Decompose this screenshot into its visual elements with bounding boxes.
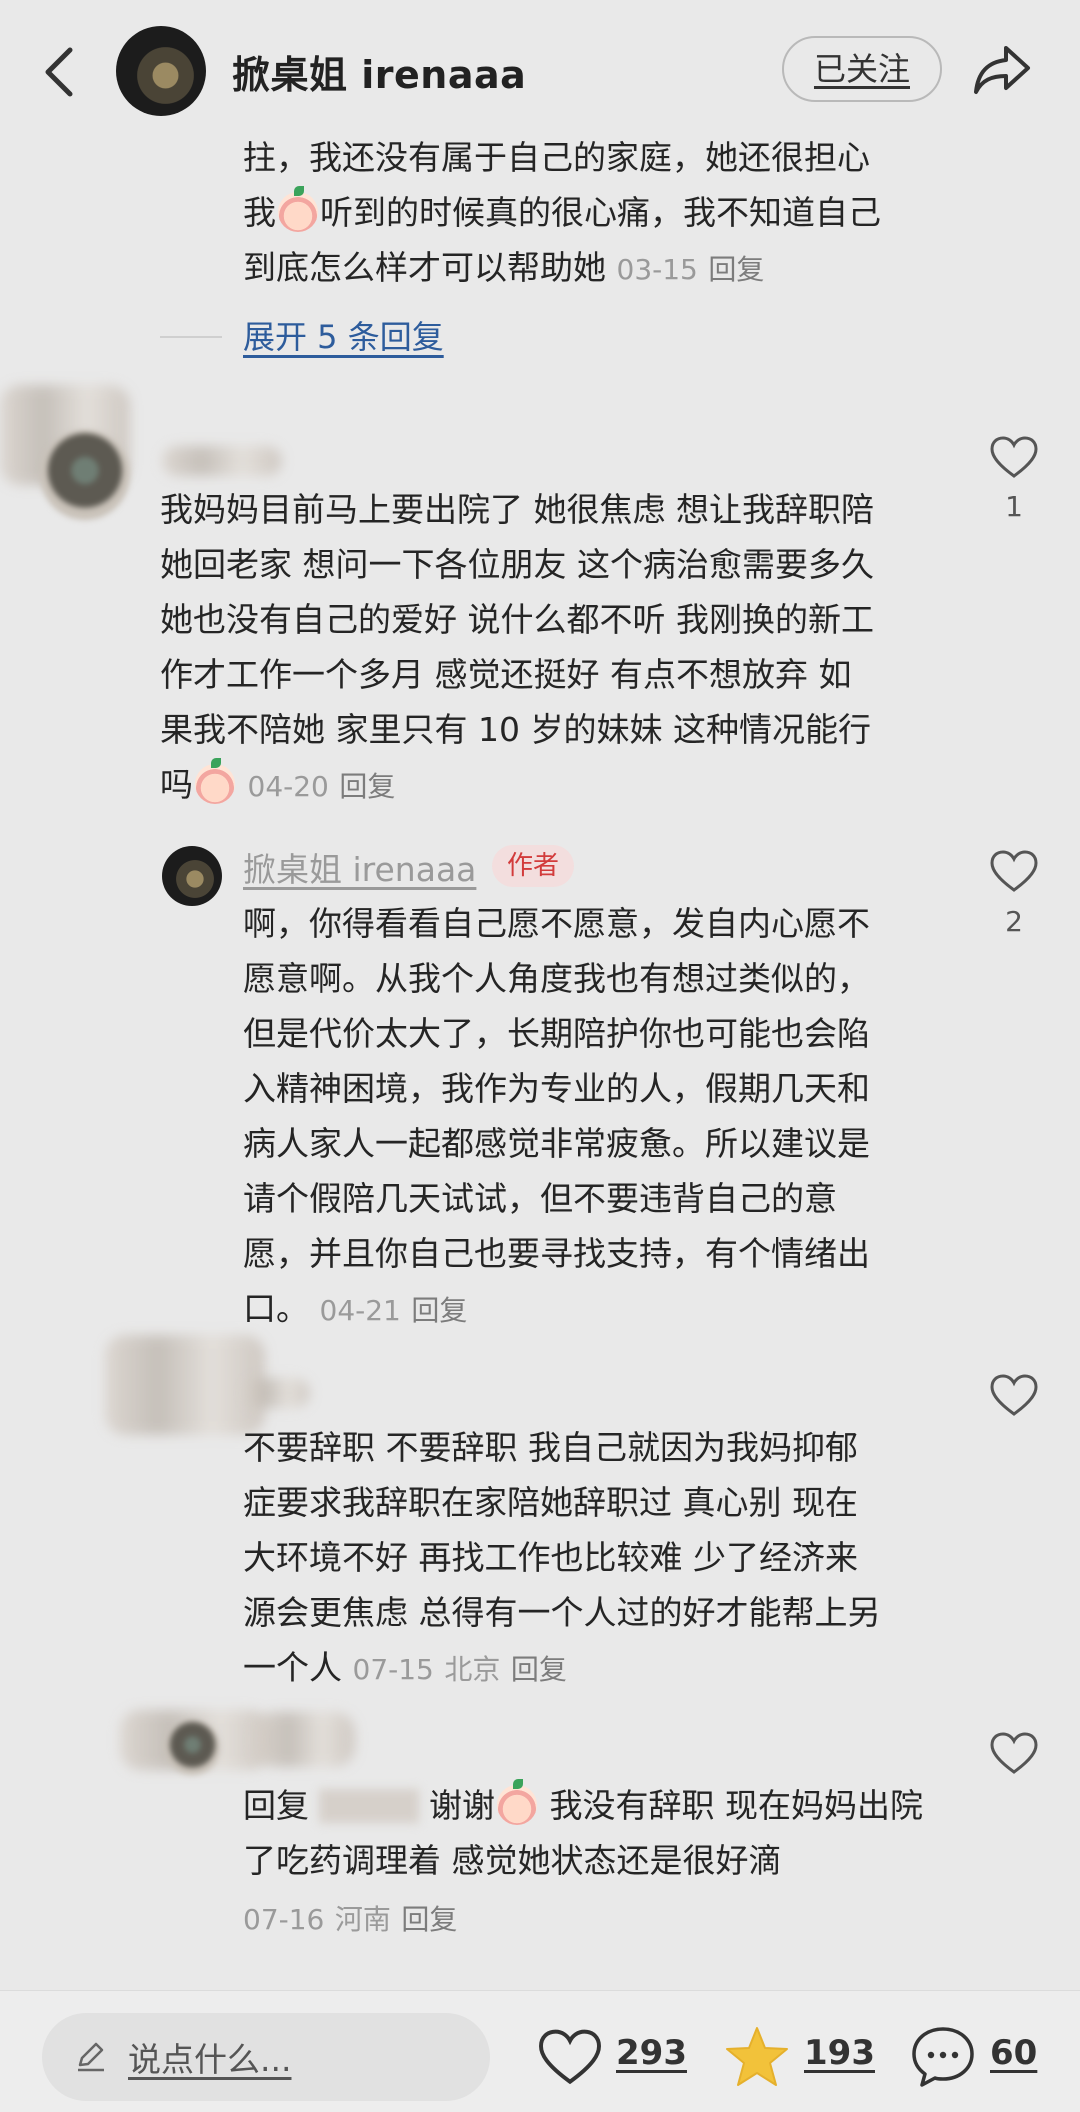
redacted-username — [162, 446, 282, 476]
reply-link[interactable]: 回复 — [411, 1294, 467, 1327]
comment-text-line: 我妈妈目前马上要出院了 她很焦虑 想让我辞职陪 — [160, 490, 874, 529]
redacted-username — [319, 1789, 419, 1823]
reply-link[interactable]: 回复 — [511, 1653, 567, 1686]
heart-icon[interactable] — [990, 436, 1038, 480]
reply-text-line: 啊，你得看看自己愿不愿意，发自内心愿不 — [243, 904, 870, 943]
author-name[interactable]: 掀桌姐 irenaaa — [232, 44, 526, 99]
comment-text-line: 果我不陪她 家里只有 10 岁的妹妹 这种情况能行 — [160, 710, 871, 749]
reply-text-line: 请个假陪几天试试，但不要违背自己的意 — [243, 1179, 837, 1218]
like-count: 1 — [1005, 490, 1023, 523]
reply-text-line: 但是代价太大了，长期陪护你也可能也会陷 — [243, 1014, 870, 1053]
comment-total[interactable]: 60 — [990, 2033, 1037, 2073]
reply-author-name[interactable]: 掀桌姐 irenaaa — [243, 843, 476, 891]
reply-text-line: 回复 谢谢 我没有辞职 现在妈妈出院 — [243, 1779, 923, 1825]
like-count: 2 — [1005, 905, 1023, 938]
reply-link[interactable]: 回复 — [708, 253, 764, 286]
author-avatar[interactable] — [116, 26, 206, 116]
divider — [160, 336, 222, 338]
favorite-total[interactable]: 193 — [804, 2033, 875, 2073]
comment-text-line: 她回老家 想问一下各位朋友 这个病治愈需要多久 — [160, 545, 874, 584]
comment-input-placeholder: 说点什么... — [128, 2040, 292, 2079]
expand-replies-link[interactable]: 展开 5 条回复 — [243, 312, 444, 358]
reply-text-line: 一个人 07-15 北京 回复 — [243, 1648, 567, 1687]
reply-link[interactable]: 回复 — [339, 770, 395, 803]
commenter-avatar[interactable] — [40, 430, 130, 520]
heart-icon[interactable] — [990, 850, 1038, 894]
reply-text-line: 症要求我辞职在家陪她辞职过 真心别 现在 — [243, 1483, 858, 1522]
reply-date: 04-21 — [319, 1294, 401, 1327]
shocked-emoji-icon — [195, 758, 235, 804]
reply-text-line: 不要辞职 不要辞职 我自己就因为我妈抑郁 — [243, 1428, 858, 1467]
reply-text-line: 病人家人一起都感觉非常疲惫。所以建议是 — [243, 1124, 870, 1163]
star-icon[interactable] — [724, 2025, 790, 2089]
reply-text-line: 口。 04-21 回复 — [243, 1289, 468, 1328]
bottom-action-bar: 说点什么... 293 193 60 — [0, 1990, 1080, 2112]
comment-text-line: 我听到的时候真的很心痛，我不知道自己 — [243, 186, 881, 232]
heart-icon[interactable] — [990, 1732, 1038, 1776]
comment-date: 04-20 — [247, 770, 329, 803]
blushing-emoji-icon — [497, 1779, 537, 1825]
reply-text-line: 愿意啊。从我个人角度我也有想过类似的， — [243, 959, 870, 998]
back-icon[interactable] — [40, 44, 80, 100]
reply-text-line: 入精神困境，我作为专业的人，假期几天和 — [243, 1069, 870, 1108]
redacted-username — [255, 1712, 355, 1767]
author-avatar[interactable] — [162, 846, 222, 906]
reply-location: 河南 — [334, 1903, 391, 1936]
reply-date: 07-16 — [243, 1903, 325, 1936]
comment-text-line: 她也没有自己的爱好 说什么都不听 我刚换的新工 — [160, 600, 874, 639]
reply-date: 07-15 — [352, 1653, 434, 1686]
reply-location: 北京 — [444, 1653, 501, 1686]
comment-text-line: 吗 04-20 回复 — [160, 758, 396, 804]
heart-icon[interactable] — [538, 2029, 602, 2087]
reply-text-line: 大环境不好 再找工作也比较难 少了经济来 — [243, 1538, 858, 1577]
top-nav-bar: 掀桌姐 irenaaa 已关注 — [0, 0, 1080, 140]
reply-text-line: 愿，并且你自己也要寻找支持，有个情绪出 — [243, 1234, 870, 1273]
author-badge: 作者 — [492, 845, 574, 887]
like-total[interactable]: 293 — [616, 2033, 687, 2073]
heart-icon[interactable] — [990, 1374, 1038, 1418]
comment-bubble-icon[interactable] — [910, 2025, 976, 2089]
reply-text-line: 源会更焦虑 总得有一个人过的好才能帮上另 — [243, 1593, 881, 1632]
pencil-icon — [78, 2042, 104, 2072]
comment-date: 03-15 — [616, 253, 698, 286]
crying-emoji-icon — [278, 186, 318, 232]
comment-text-line: 到底怎么样才可以帮助她 03-15 回复 — [243, 248, 765, 287]
follow-button[interactable]: 已关注 — [782, 36, 942, 102]
comment-input[interactable]: 说点什么... — [42, 2013, 490, 2101]
share-icon[interactable] — [972, 42, 1032, 98]
reply-meta-line: 07-16 河南 回复 — [243, 1890, 457, 1947]
reply-text-line: 了吃药调理着 感觉她状态还是很好滴 — [243, 1841, 782, 1880]
commenter-avatar[interactable] — [165, 1720, 220, 1775]
comment-text-line: 作才工作一个多月 感觉还挺好 有点不想放弃 如 — [160, 655, 852, 694]
comment-text-line: 拄，我还没有属于自己的家庭，她还很担心 — [243, 138, 870, 177]
reply-link[interactable]: 回复 — [401, 1903, 457, 1936]
redacted-username — [245, 1378, 310, 1408]
redacted-avatar-area — [105, 1335, 265, 1435]
